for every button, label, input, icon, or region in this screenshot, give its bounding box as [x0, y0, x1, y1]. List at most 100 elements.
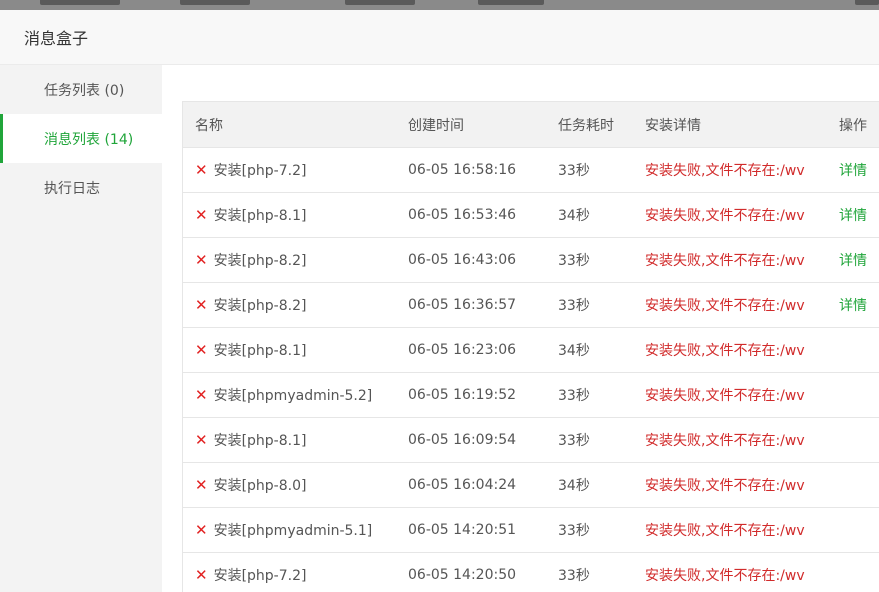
cell-action: 详情 — [827, 237, 879, 283]
cell-name: ✕ 安装[phpmyadmin-5.1] — [183, 507, 396, 553]
cell-detail: 安装失败,文件不存在:/wv — [633, 417, 827, 463]
dimmed-background — [0, 0, 879, 10]
close-x-icon: ✕ — [195, 206, 208, 224]
task-name: 安装[php-8.1] — [213, 343, 307, 359]
cell-action: 详情 — [827, 192, 879, 238]
cell-name: ✕ 安装[php-8.2] — [183, 282, 396, 328]
table-row: ✕ 安装[phpmyadmin-5.1] 06-05 14:20:51 33秒 安装失败… — [183, 507, 879, 553]
task-name: 安装[phpmyadmin-5.2] — [213, 388, 373, 404]
cell-duration: 33秒 — [546, 552, 633, 592]
close-x-icon: ✕ — [195, 431, 208, 449]
cell-created: 06-05 16:58:16 — [396, 147, 546, 193]
cell-created: 06-05 16:09:54 — [396, 417, 546, 463]
column-header-created: 创建时间 — [396, 102, 546, 148]
dialog-header: 消息盒子 — [0, 10, 879, 65]
task-name: 安装[php-8.2] — [213, 298, 307, 314]
cell-detail: 安装失败,文件不存在:/wv — [633, 147, 827, 193]
task-name: 安装[php-8.2] — [213, 253, 307, 269]
cell-duration: 34秒 — [546, 192, 633, 238]
cell-name: ✕ 安装[php-8.1] — [183, 327, 396, 373]
sidebar-item-execution-log[interactable]: 执行日志 — [0, 163, 162, 212]
table-row: ✕ 安装[php-8.2] 06-05 16:43:06 33秒 安装失败,文件不存在:… — [183, 237, 879, 283]
cell-detail: 安装失败,文件不存在:/wv — [633, 192, 827, 238]
cell-detail: 安装失败,文件不存在:/wv — [633, 552, 827, 592]
table-row: ✕ 安装[php-7.2] 06-05 16:58:16 33秒 安装失败,文件不存在:… — [183, 147, 879, 193]
task-name: 安装[php-7.2] — [213, 163, 307, 179]
table-row: ✕ 安装[php-8.0] 06-05 16:04:24 34秒 安装失败,文件不存在:… — [183, 462, 879, 508]
task-name: 安装[php-8.0] — [213, 478, 307, 494]
table-row: ✕ 安装[php-8.1] 06-05 16:53:46 34秒 安装失败,文件不存在:… — [183, 192, 879, 238]
cell-action: 详情 — [827, 147, 879, 193]
cell-created: 06-05 16:04:24 — [396, 462, 546, 508]
cell-action — [827, 372, 879, 418]
detail-link[interactable]: 详情 — [839, 253, 867, 269]
column-header-detail: 安装详情 — [633, 102, 827, 148]
close-x-icon: ✕ — [195, 251, 208, 269]
table-row: ✕ 安装[php-8.2] 06-05 16:36:57 33秒 安装失败,文件不存在:… — [183, 282, 879, 328]
cell-name: ✕ 安装[php-7.2] — [183, 147, 396, 193]
install-detail-text: 安装失败,文件不存在:/wv — [645, 478, 805, 494]
install-detail-text: 安装失败,文件不存在:/wv — [645, 208, 805, 224]
install-detail-text: 安装失败,文件不存在:/wv — [645, 298, 805, 314]
cell-created: 06-05 16:19:52 — [396, 372, 546, 418]
cell-created: 06-05 16:23:06 — [396, 327, 546, 373]
install-detail-text: 安装失败,文件不存在:/wv — [645, 433, 805, 449]
cell-name: ✕ 安装[php-8.2] — [183, 237, 396, 283]
table-row: ✕ 安装[phpmyadmin-5.2] 06-05 16:19:52 33秒 安装失败… — [183, 372, 879, 418]
cell-created: 06-05 16:43:06 — [396, 237, 546, 283]
main-panel: 名称 创建时间 任务耗时 安装详情 操作 ✕ 安装[php-7.2] 06-05 1… — [162, 65, 879, 592]
cell-action — [827, 417, 879, 463]
sidebar-item-label: 任务列表 (0) — [44, 82, 125, 99]
detail-link[interactable]: 详情 — [839, 298, 867, 314]
cell-action — [827, 507, 879, 553]
sidebar-item-message-list[interactable]: 消息列表 (14) — [0, 114, 162, 163]
cell-action — [827, 552, 879, 592]
close-x-icon: ✕ — [195, 566, 208, 584]
cell-detail: 安装失败,文件不存在:/wv — [633, 282, 827, 328]
install-detail-text: 安装失败,文件不存在:/wv — [645, 343, 805, 359]
sidebar-item-label: 执行日志 — [44, 180, 100, 197]
cell-detail: 安装失败,文件不存在:/wv — [633, 372, 827, 418]
sidebar: 任务列表 (0) 消息列表 (14) 执行日志 — [0, 65, 162, 592]
cell-name: ✕ 安装[php-8.1] — [183, 417, 396, 463]
sidebar-item-task-list[interactable]: 任务列表 (0) — [0, 65, 162, 114]
close-x-icon: ✕ — [195, 476, 208, 494]
install-detail-text: 安装失败,文件不存在:/wv — [645, 253, 805, 269]
table-row: ✕ 安装[php-7.2] 06-05 14:20:50 33秒 安装失败,文件不存在:… — [183, 552, 879, 592]
dialog-title: 消息盒子 — [24, 29, 89, 48]
table-header-row: 名称 创建时间 任务耗时 安装详情 操作 — [183, 102, 879, 148]
table-row: ✕ 安装[php-8.1] 06-05 16:23:06 34秒 安装失败,文件不存在:… — [183, 327, 879, 373]
cell-name: ✕ 安装[phpmyadmin-5.2] — [183, 372, 396, 418]
column-header-action: 操作 — [827, 102, 879, 148]
cell-created: 06-05 14:20:51 — [396, 507, 546, 553]
close-x-icon: ✕ — [195, 521, 208, 539]
cell-name: ✕ 安装[php-7.2] — [183, 552, 396, 592]
cell-duration: 33秒 — [546, 237, 633, 283]
cell-action — [827, 462, 879, 508]
table-row: ✕ 安装[php-8.1] 06-05 16:09:54 33秒 安装失败,文件不存在:… — [183, 417, 879, 463]
detail-link[interactable]: 详情 — [839, 208, 867, 224]
cell-action: 详情 — [827, 282, 879, 328]
message-table: 名称 创建时间 任务耗时 安装详情 操作 ✕ 安装[php-7.2] 06-05 1… — [183, 102, 879, 592]
cell-created: 06-05 16:53:46 — [396, 192, 546, 238]
cell-action — [827, 327, 879, 373]
task-name: 安装[php-8.1] — [213, 208, 307, 224]
close-x-icon: ✕ — [195, 161, 208, 179]
sidebar-item-label: 消息列表 (14) — [44, 131, 134, 148]
message-box-dialog: 消息盒子 任务列表 (0) 消息列表 (14) 执行日志 名称 创建时间 任务耗… — [0, 10, 879, 592]
cell-created: 06-05 14:20:50 — [396, 552, 546, 592]
task-name: 安装[php-8.1] — [213, 433, 307, 449]
cell-name: ✕ 安装[php-8.0] — [183, 462, 396, 508]
close-x-icon: ✕ — [195, 296, 208, 314]
install-detail-text: 安装失败,文件不存在:/wv — [645, 568, 805, 584]
task-name: 安装[php-7.2] — [213, 568, 307, 584]
cell-duration: 33秒 — [546, 417, 633, 463]
cell-created: 06-05 16:36:57 — [396, 282, 546, 328]
detail-link[interactable]: 详情 — [839, 163, 867, 179]
task-name: 安装[phpmyadmin-5.1] — [213, 523, 373, 539]
cell-duration: 33秒 — [546, 372, 633, 418]
column-header-duration: 任务耗时 — [546, 102, 633, 148]
cell-detail: 安装失败,文件不存在:/wv — [633, 237, 827, 283]
close-x-icon: ✕ — [195, 386, 208, 404]
cell-duration: 33秒 — [546, 507, 633, 553]
